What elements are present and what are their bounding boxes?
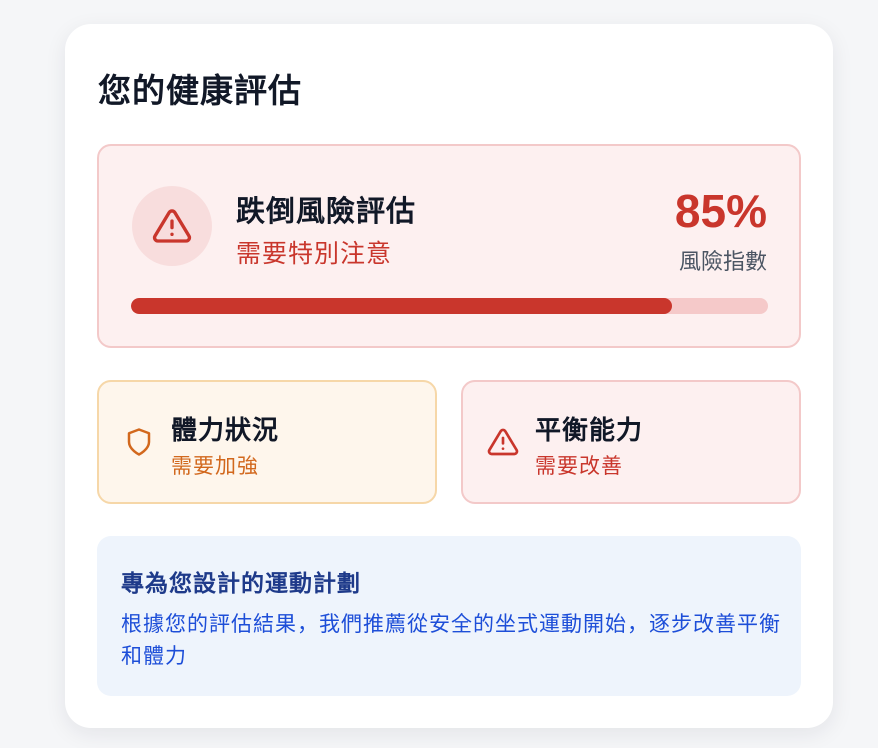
shield-icon: [127, 428, 151, 456]
risk-progress-bar: [131, 298, 768, 314]
balance-title: 平衡能力: [535, 416, 644, 446]
fitness-status-card: 體力狀況 需要加強: [97, 380, 437, 504]
fitness-status: 需要加強: [171, 454, 259, 478]
health-assessment-card: 您的健康評估 跌倒風險評估 需要特別注意 85% 風險指數 體力狀況 需要加強: [65, 24, 833, 728]
page-title: 您的健康評估: [98, 71, 302, 110]
fitness-icon-wrap: [123, 426, 155, 458]
fall-risk-subtitle: 需要特別注意: [236, 239, 393, 268]
warning-triangle-icon: [152, 209, 192, 243]
plan-description: 根據您的評估結果，我們推薦從安全的坐式運動開始，逐步改善平衡和體力: [121, 612, 781, 668]
warning-triangle-icon: [487, 428, 519, 456]
exercise-plan-box: 專為您設計的運動計劃 根據您的評估結果，我們推薦從安全的坐式運動開始，逐步改善平…: [97, 536, 801, 696]
balance-icon-wrap: [487, 426, 519, 458]
fall-risk-icon-badge: [132, 186, 212, 266]
risk-index-label: 風險指數: [678, 250, 767, 275]
fall-risk-panel: 跌倒風險評估 需要特別注意 85% 風險指數: [97, 144, 801, 348]
plan-title: 專為您設計的運動計劃: [121, 571, 361, 597]
fitness-title: 體力狀況: [171, 416, 280, 446]
balance-status: 需要改善: [535, 454, 623, 478]
risk-progress-fill: [131, 298, 673, 314]
balance-status-card: 平衡能力 需要改善: [461, 380, 801, 504]
risk-index-value: 85%: [674, 185, 767, 237]
fall-risk-title: 跌倒風險評估: [236, 194, 417, 228]
